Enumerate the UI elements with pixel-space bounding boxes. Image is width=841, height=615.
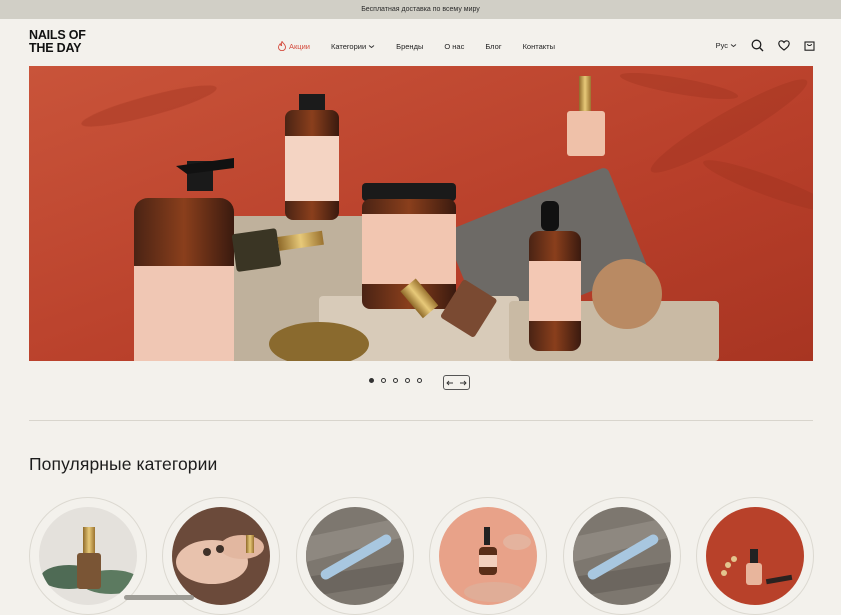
- nav-item-sales[interactable]: Акции: [278, 41, 310, 51]
- nav-item-contacts[interactable]: Контакты: [523, 42, 555, 51]
- chevron-down-icon: [730, 44, 737, 48]
- category-image-bottles-red: [706, 507, 804, 605]
- header: NAILS OF THE DAY Акции Категории Бренды …: [0, 19, 841, 66]
- nav-item-blog[interactable]: Блог: [485, 42, 501, 51]
- category-item[interactable]: [696, 497, 814, 615]
- slider-dot-3[interactable]: [393, 378, 398, 383]
- nav-label-sales: Акции: [289, 41, 310, 51]
- header-actions: Рус: [716, 39, 815, 52]
- nav-item-about[interactable]: О нас: [444, 42, 464, 51]
- nav-label-brands: Бренды: [396, 41, 424, 51]
- search-icon[interactable]: [751, 39, 764, 52]
- arrow-right-icon[interactable]: [459, 380, 467, 386]
- nav-label-categories: Категории: [330, 41, 367, 51]
- fire-icon: [278, 41, 286, 51]
- slider-pagination: [369, 378, 422, 383]
- main-nav: Акции Категории Бренды О нас Блог Контак…: [278, 41, 576, 51]
- slider-dot-2[interactable]: [381, 378, 386, 383]
- chevron-down-icon: [368, 44, 375, 48]
- slider-dot-5[interactable]: [417, 378, 422, 383]
- hero-image: [29, 66, 813, 361]
- nav-label-about: О нас: [444, 41, 465, 51]
- logo-line-2: THE DAY: [29, 41, 82, 55]
- slider-dot-1[interactable]: [369, 378, 374, 383]
- category-image-nail-file: [573, 507, 671, 605]
- nav-item-brands[interactable]: Бренды: [396, 42, 423, 51]
- heart-icon[interactable]: [778, 40, 790, 51]
- hero-banner[interactable]: [29, 66, 813, 361]
- category-item[interactable]: [563, 497, 681, 615]
- promo-text: Бесплатная доставка по всему миру: [361, 6, 480, 13]
- arrow-left-icon[interactable]: [446, 380, 454, 386]
- category-image-green-polish: [39, 507, 137, 605]
- logo[interactable]: NAILS OF THE DAY: [29, 29, 86, 55]
- nav-label-blog: Блог: [485, 41, 502, 51]
- carousel-scrollbar[interactable]: [124, 595, 194, 600]
- section-title-popular-categories: Популярные категории: [29, 454, 218, 474]
- slider-dot-4[interactable]: [405, 378, 410, 383]
- category-image-nail-file: [306, 507, 404, 605]
- category-item[interactable]: [429, 497, 547, 615]
- nav-item-categories[interactable]: Категории: [331, 42, 375, 51]
- shopping-bag-icon[interactable]: [804, 40, 815, 51]
- category-item[interactable]: [296, 497, 414, 615]
- slider-arrows: [443, 375, 470, 390]
- language-switcher[interactable]: Рус: [716, 41, 737, 50]
- language-label: Рус: [715, 41, 728, 50]
- promo-bar: Бесплатная доставка по всему миру: [0, 0, 841, 19]
- section-divider: [29, 420, 813, 421]
- category-image-serum: [439, 507, 537, 605]
- category-image-hands: [172, 507, 270, 605]
- nav-label-contacts: Контакты: [522, 41, 555, 51]
